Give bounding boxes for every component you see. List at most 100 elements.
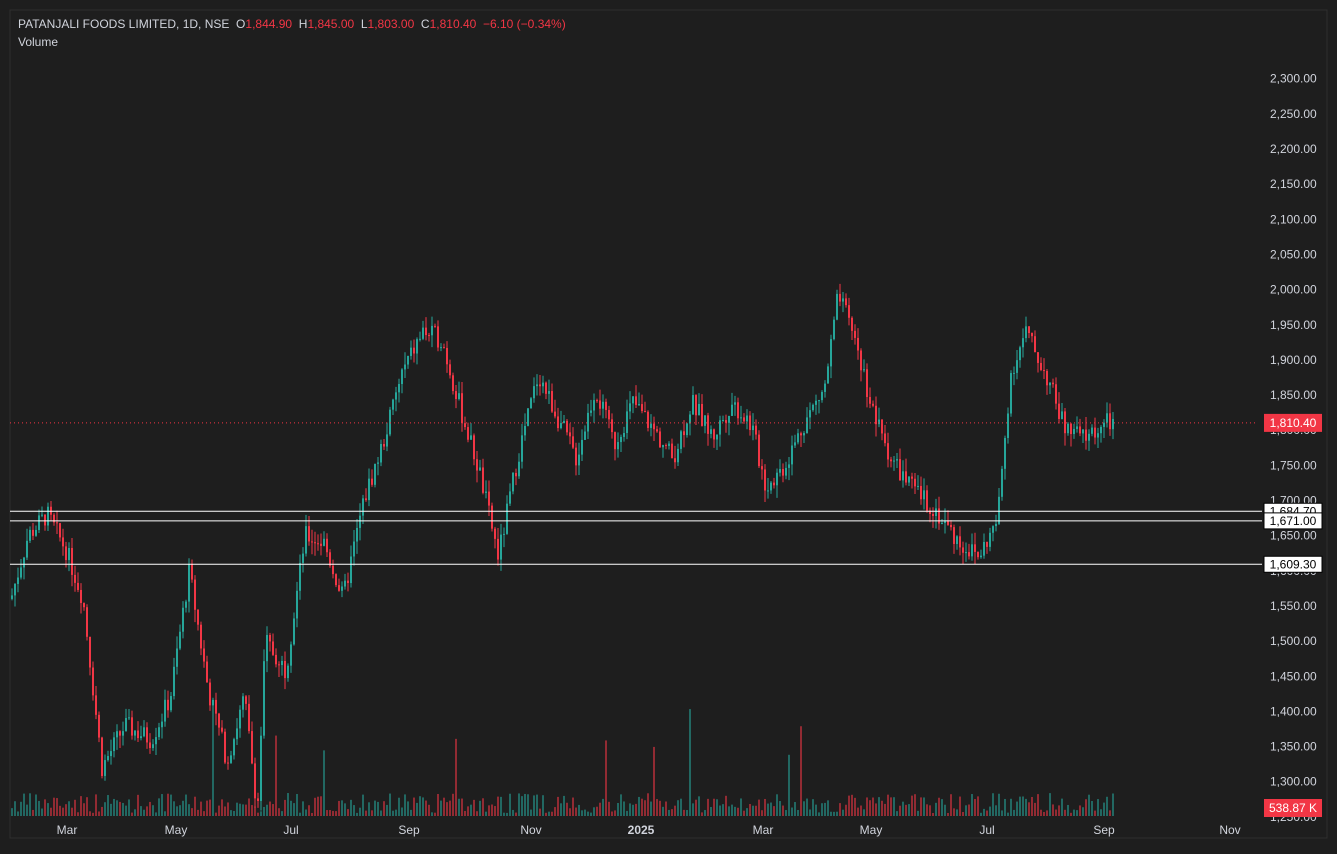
candle-body: [515, 472, 517, 477]
volume-bar: [305, 809, 307, 816]
volume-bar: [449, 800, 451, 816]
y-tick-label: 1,350.00: [1270, 740, 1317, 754]
y-tick-label: 2,000.00: [1270, 283, 1317, 297]
volume-bar: [851, 794, 853, 816]
volume-bar: [458, 798, 460, 816]
volume-bar: [650, 801, 652, 816]
candle-body: [905, 471, 907, 483]
candle-body: [962, 547, 964, 553]
candle-body: [821, 391, 823, 401]
volume-bar: [749, 804, 751, 816]
candle-body: [398, 383, 400, 393]
volume-bar: [272, 804, 274, 816]
volume-bar: [314, 797, 316, 816]
candle-body: [662, 445, 664, 448]
price-chart[interactable]: 2,300.00 2,250.00 2,200.00 2,150.00 2,100.00…: [0, 0, 1337, 854]
candle-body: [422, 327, 424, 339]
candle-body: [464, 423, 466, 428]
candle-body: [716, 434, 718, 440]
candle-body: [851, 317, 853, 331]
volume-bar: [737, 807, 739, 816]
candle-body: [1046, 370, 1048, 386]
candle-body: [1028, 326, 1030, 334]
candle-body: [356, 527, 358, 542]
candle-body: [608, 410, 610, 420]
volume-bar: [842, 809, 844, 816]
volume-bar: [56, 798, 58, 816]
volume-bar: [527, 794, 529, 816]
y-tick-label: 1,950.00: [1270, 318, 1317, 332]
volume-bar: [419, 796, 421, 816]
candle-body: [779, 468, 781, 473]
volume-bar: [440, 800, 442, 816]
volume-bar: [830, 811, 832, 816]
volume-bar: [386, 804, 388, 816]
candle-body: [344, 580, 346, 587]
candle-body: [506, 503, 508, 534]
y-tick-label: 1,550.00: [1270, 599, 1317, 613]
volume-bar: [884, 803, 886, 816]
candle-body: [119, 731, 121, 736]
volume-bar: [917, 810, 919, 816]
candle-body: [893, 460, 895, 462]
volume-bar: [566, 802, 568, 816]
volume-bar: [254, 806, 256, 816]
candle-body: [644, 411, 646, 413]
candle-body: [758, 434, 760, 467]
candle-body: [1100, 426, 1102, 434]
volume-bar: [320, 796, 322, 816]
candle-body: [524, 425, 526, 436]
volume-bar: [683, 809, 685, 816]
candle-body: [224, 731, 226, 763]
volume-bar: [1034, 802, 1036, 816]
candle-body: [425, 327, 427, 336]
candle-body: [68, 547, 70, 561]
volume-bar: [38, 800, 40, 816]
candle-body: [218, 713, 220, 728]
volume-bar: [587, 811, 589, 816]
volume-tag: 538.87 K: [1269, 801, 1317, 815]
volume-bar: [155, 812, 157, 816]
candle-body: [329, 552, 331, 566]
candle-body: [878, 419, 880, 425]
volume-bar: [188, 804, 190, 816]
candle-body: [959, 536, 961, 548]
candle-body: [482, 467, 484, 493]
candle-body: [413, 347, 415, 354]
candle-body: [458, 393, 460, 400]
candle-body: [614, 432, 616, 450]
candle-body: [473, 435, 475, 460]
volume-bar: [1010, 798, 1012, 816]
volume-bar: [1106, 796, 1108, 816]
candle-body: [710, 429, 712, 434]
volume-bar: [1073, 809, 1075, 816]
candle-body: [317, 543, 319, 545]
candle-body: [416, 339, 418, 354]
volume-bar: [224, 806, 226, 816]
candle-body: [239, 709, 241, 729]
candle-body: [434, 325, 436, 327]
candle-body: [104, 760, 106, 776]
candle-body: [1052, 382, 1054, 385]
y-tick-label: 2,100.00: [1270, 212, 1317, 226]
volume-bar: [371, 810, 373, 816]
candle-body: [923, 490, 925, 500]
volume-bar: [455, 738, 457, 816]
candle-body: [995, 523, 997, 527]
candle-body: [782, 468, 784, 476]
candle-body: [131, 717, 133, 736]
volume-bar: [998, 793, 1000, 816]
volume-bar: [533, 795, 535, 816]
candle-body: [521, 435, 523, 462]
candle-body: [689, 414, 691, 424]
candle-body: [290, 644, 292, 666]
volume-bar: [500, 796, 502, 816]
candle-body: [59, 523, 61, 538]
volume-bar: [818, 812, 820, 816]
volume-bar: [761, 810, 763, 816]
volume-bar: [104, 802, 106, 816]
volume-bar: [278, 808, 280, 816]
candle-body: [203, 648, 205, 662]
candle-body: [14, 583, 16, 596]
candle-body: [620, 436, 622, 443]
